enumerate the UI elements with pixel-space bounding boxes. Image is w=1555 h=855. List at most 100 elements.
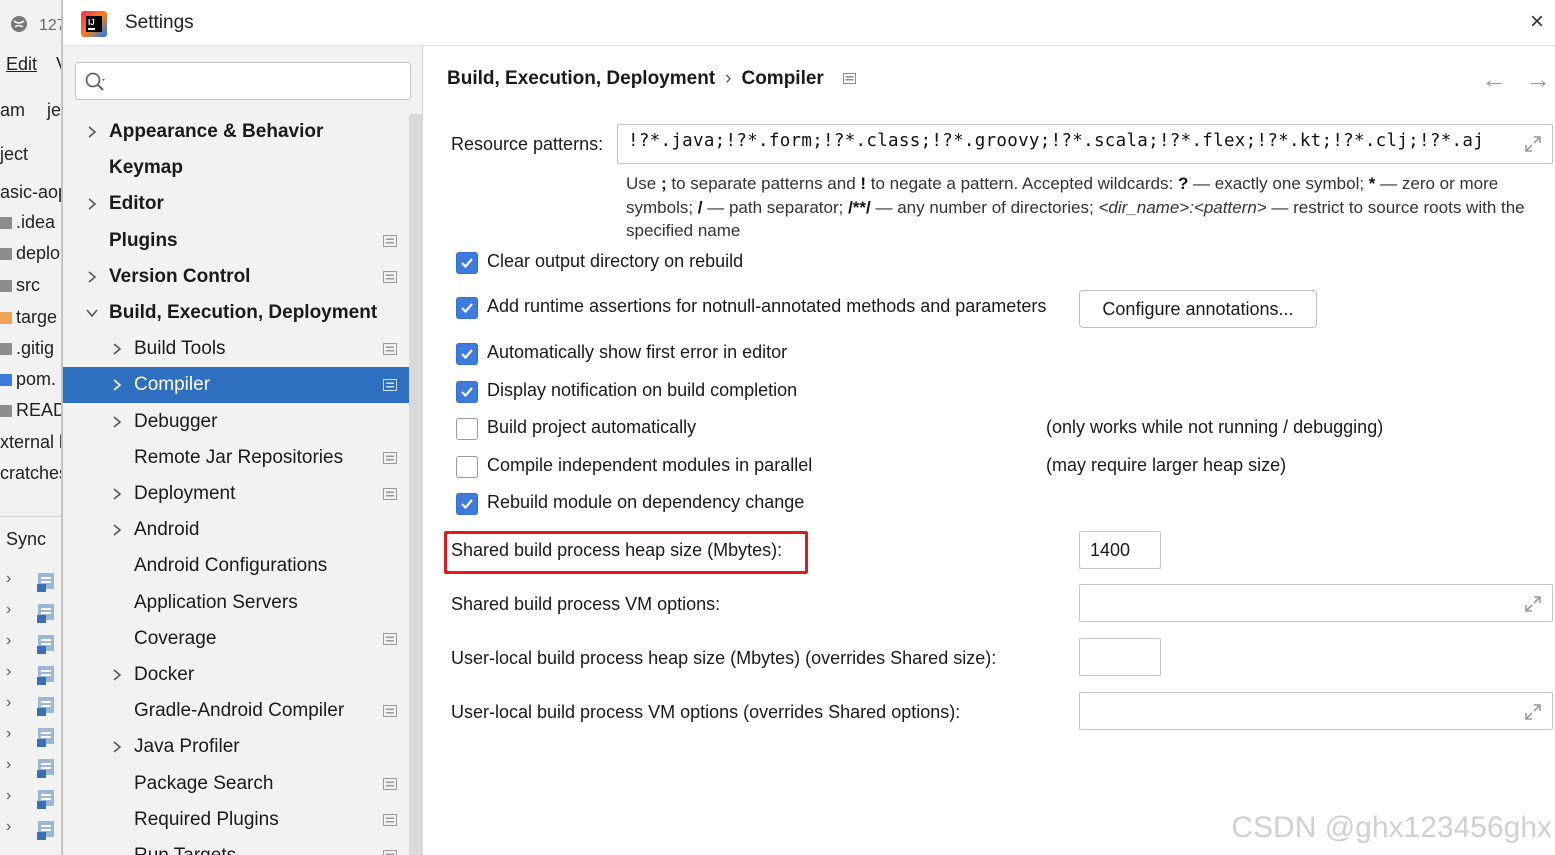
bg-sync-tab[interactable]: Sync <box>6 529 46 550</box>
chevron-right-icon[interactable] <box>110 487 124 501</box>
user-vm-input[interactable] <box>1079 692 1553 730</box>
nav-item-deployment[interactable]: Deployment <box>63 476 422 512</box>
breadcrumb-parent[interactable]: Build, Execution, Deployment <box>447 68 715 89</box>
nav-scrollbar[interactable] <box>409 114 422 855</box>
nav-scrollbar-thumb[interactable] <box>409 114 422 855</box>
chevron-right-icon[interactable] <box>110 668 124 682</box>
chevron-right-icon[interactable] <box>110 740 124 754</box>
nav-item-build-execution-deployment[interactable]: Build, Execution, Deployment <box>63 295 422 331</box>
chevron-right-icon[interactable] <box>85 125 99 139</box>
checkbox-label[interactable]: Compile independent modules in parallel <box>487 455 812 476</box>
bg-tree-item[interactable]: pom. <box>0 369 56 390</box>
nav-item-run-targets[interactable]: Run Targets <box>63 838 422 855</box>
nav-item-java-profiler[interactable]: Java Profiler <box>63 729 422 765</box>
bg-tree-item[interactable]: READ <box>0 400 62 421</box>
nav-item-android-configurations[interactable]: Android Configurations <box>63 548 422 584</box>
search-box[interactable] <box>75 62 411 100</box>
checkbox-checked[interactable] <box>456 343 478 365</box>
bg-tree-item[interactable]: deplo <box>0 243 60 264</box>
chevron-right-icon[interactable] <box>110 342 124 356</box>
chevron-right-icon[interactable]: › <box>6 663 11 681</box>
bg-tree-item[interactable]: .gitig <box>0 338 54 359</box>
bg-tree-item[interactable]: src <box>0 275 40 296</box>
bg-tree-item-label: pom. <box>16 369 57 389</box>
expand-icon[interactable] <box>1524 135 1542 153</box>
chevron-right-icon[interactable]: › <box>6 632 11 650</box>
chevron-right-icon[interactable]: › <box>6 694 11 712</box>
checkmark-icon <box>461 349 473 360</box>
bg-breadcrumb-a-text: am <box>0 100 26 120</box>
chevron-right-icon[interactable]: › <box>6 818 11 836</box>
nav-item-version-control[interactable]: Version Control <box>63 259 422 295</box>
bg-tree-item[interactable]: targe <box>0 307 57 328</box>
nav-item-required-plugins[interactable]: Required Plugins <box>63 802 422 838</box>
svg-text:IJ: IJ <box>88 18 95 27</box>
search-input[interactable] <box>114 67 404 95</box>
nav-item-editor[interactable]: Editor <box>63 186 422 222</box>
nav-item-package-search[interactable]: Package Search <box>63 766 422 802</box>
checkbox-unchecked[interactable] <box>456 456 478 478</box>
nav-item-build-tools[interactable]: Build Tools <box>63 331 422 367</box>
checkbox-label[interactable]: Rebuild module on dependency change <box>487 492 804 513</box>
chevron-right-icon[interactable]: › <box>6 601 11 619</box>
nav-item-remote-jar-repositories[interactable]: Remote Jar Repositories <box>63 440 422 476</box>
nav-item-gradle-android-compiler[interactable]: Gradle-Android Compiler <box>63 693 422 729</box>
checkbox-checked[interactable] <box>456 252 478 274</box>
resource-patterns-field[interactable]: !?*.java;!?*.form;!?*.class;!?*.groovy;!… <box>617 124 1553 164</box>
checkbox-label[interactable]: Build project automatically <box>487 417 696 438</box>
chevron-right-icon[interactable] <box>110 415 124 429</box>
forward-arrow-icon[interactable]: → <box>1525 66 1551 92</box>
nav-item-plugins[interactable]: Plugins <box>63 223 422 259</box>
project-scope-icon <box>383 777 397 790</box>
close-button[interactable]: × <box>1523 8 1551 36</box>
project-scope-icon <box>383 451 397 464</box>
checkbox-label[interactable]: Automatically show first error in editor <box>487 342 787 363</box>
checkbox-label[interactable]: Clear output directory on rebuild <box>487 251 743 272</box>
bg-external-libraries[interactable]: xternal l <box>0 432 61 453</box>
menu-edit[interactable]: Edit <box>6 54 37 75</box>
checkbox-checked[interactable] <box>456 381 478 403</box>
chevron-right-icon[interactable] <box>85 197 99 211</box>
chevron-right-icon[interactable]: › <box>6 570 11 588</box>
user-heap-input[interactable] <box>1079 638 1161 676</box>
nav-item-android[interactable]: Android <box>63 512 422 548</box>
nav-item-keymap[interactable]: Keymap <box>63 150 422 186</box>
checkbox-unchecked[interactable] <box>456 418 478 440</box>
checkbox-checked[interactable] <box>456 493 478 515</box>
back-arrow-icon[interactable]: ← <box>1481 66 1507 92</box>
chevron-right-icon[interactable] <box>85 270 99 284</box>
checkbox-checked[interactable] <box>456 297 478 319</box>
nav-item-label: Gradle-Android Compiler <box>134 700 345 722</box>
bg-scratches[interactable]: cratches <box>0 463 61 484</box>
expand-icon[interactable] <box>1524 595 1542 613</box>
project-scope-icon <box>383 234 397 247</box>
shared-heap-input[interactable]: 1400 <box>1079 531 1161 569</box>
nav-item-application-servers[interactable]: Application Servers <box>63 585 422 621</box>
chevron-down-icon[interactable] <box>85 306 99 320</box>
chevron-right-icon[interactable] <box>110 523 124 537</box>
nav-item-compiler[interactable]: Compiler <box>63 367 422 404</box>
checkmark-icon <box>461 387 473 398</box>
chevron-right-icon[interactable]: › <box>6 787 11 805</box>
nav-item-coverage[interactable]: Coverage <box>63 621 422 657</box>
bg-tree-item-label: READ <box>16 400 62 420</box>
nav-item-label: Java Profiler <box>134 736 240 758</box>
shared-vm-input[interactable] <box>1079 584 1553 622</box>
nav-item-label: Compiler <box>134 374 211 396</box>
nav-item-debugger[interactable]: Debugger <box>63 404 422 440</box>
chevron-right-icon[interactable]: › <box>6 725 11 743</box>
bg-tree-root[interactable]: asic-aop <box>0 182 61 203</box>
maven-module-icon <box>37 635 54 654</box>
nav-item-docker[interactable]: Docker <box>63 657 422 693</box>
maven-module-icon <box>37 759 54 778</box>
configure-annotations-button[interactable]: Configure annotations... <box>1079 290 1317 328</box>
checkbox-label[interactable]: Display notification on build completion <box>487 380 797 401</box>
bg-tree-item[interactable]: .idea <box>0 212 55 233</box>
chevron-right-icon[interactable] <box>110 378 124 392</box>
checkbox-label[interactable]: Add runtime assertions for notnull-annot… <box>487 296 1046 317</box>
file-icon <box>0 217 12 229</box>
compiler-settings-panel: Build, Execution, Deployment › Compiler ← … <box>424 46 1555 855</box>
expand-icon[interactable] <box>1524 703 1542 721</box>
chevron-right-icon[interactable]: › <box>6 756 11 774</box>
nav-item-appearance-behavior[interactable]: Appearance & Behavior <box>63 114 422 150</box>
